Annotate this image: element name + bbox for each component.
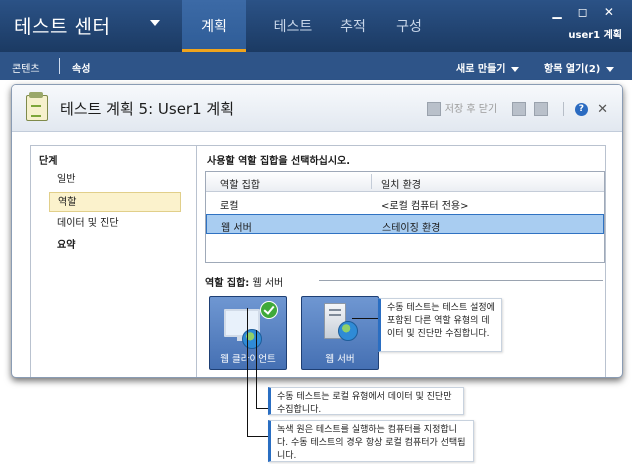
save-close-icon	[426, 102, 441, 116]
new-menu[interactable]: 새로 만들기	[456, 60, 520, 75]
globe-icon	[338, 321, 358, 341]
chevron-down-icon	[511, 66, 520, 72]
refresh-icon[interactable]	[533, 102, 548, 116]
callout-local-role: 수동 테스트는 로컬 유형에서 데이터 및 진단만 수집합니다.	[268, 387, 464, 415]
callout-leader	[247, 308, 248, 436]
environment-cell: <로컬 컴퓨터 전용>	[381, 201, 469, 212]
dialog-body: 단계 일반 역할 데이터 및 진단 요약 사용할 역할 집합을 선택하십시오. …	[30, 145, 606, 377]
callout-leader	[256, 330, 257, 408]
open-items-menu[interactable]: 항목 열기(2)	[544, 60, 615, 75]
app-menu-chevron-down-icon[interactable]	[150, 20, 160, 26]
role-tile-web-server[interactable]: 웹 서버	[301, 296, 379, 370]
sub-nav-bar: 콘텐츠 속성 새로 만들기 항목 열기(2)	[0, 52, 632, 80]
column-separator	[371, 174, 372, 189]
new-menu-label: 새로 만들기	[456, 64, 506, 75]
callout-leader	[352, 318, 378, 319]
window-controls[interactable]: ▁ ◻ ✕	[552, 5, 620, 19]
test-plan-dialog: 테스트 계획 5: User1 계획 저장 후 닫기 ? ✕ 단계 일반 역할 …	[11, 84, 623, 378]
top-bar: 테스트 센터 계획 테스트 추적 구성 ▁ ◻ ✕ user1 계획	[0, 0, 632, 52]
step-summary[interactable]: 요약	[49, 236, 181, 256]
role-set-cell: 웹 서버	[221, 223, 252, 234]
toolbar-divider	[562, 102, 564, 116]
app-title: 테스트 센터	[14, 16, 111, 38]
dialog-header: 테스트 계획 5: User1 계획 저장 후 닫기 ? ✕	[12, 85, 622, 132]
save-icon[interactable]	[512, 102, 527, 116]
roles-label-prefix: 역할 집합:	[205, 278, 250, 289]
dialog-title: 테스트 계획 5: User1 계획	[60, 100, 235, 118]
environment-cell: 스테이징 환경	[382, 223, 441, 234]
close-icon[interactable]: ✕	[597, 102, 608, 117]
callout-leader	[256, 408, 268, 409]
step-general[interactable]: 일반	[49, 170, 181, 190]
role-tile-web-client[interactable]: 웹 클라이언트	[209, 296, 287, 370]
tab-plan[interactable]: 계획	[182, 0, 246, 52]
roles-divider	[319, 280, 603, 281]
callout-green-circle: 녹색 원은 테스트를 실행하는 컴퓨터를 지정합니다. 수동 테스트의 경우 항…	[268, 420, 474, 462]
nav-divider	[59, 58, 60, 74]
table-row[interactable]: 웹 서버 스테이징 환경	[206, 214, 604, 234]
help-icon[interactable]: ?	[574, 102, 588, 116]
nav-contents-link[interactable]: 콘텐츠	[12, 60, 40, 75]
test-plan-icon	[26, 92, 48, 121]
step-data-diagnostics[interactable]: 데이터 및 진단	[49, 214, 181, 234]
globe-icon	[242, 329, 262, 349]
steps-header: 단계	[39, 156, 58, 167]
user-label: user1 계획	[568, 30, 622, 41]
role-set-cell: 로컬	[220, 201, 239, 212]
role-label: 웹 서버	[325, 354, 355, 365]
tab-test[interactable]: 테스트	[262, 0, 324, 52]
dialog-actions: 저장 후 닫기 ? ✕	[426, 100, 608, 117]
green-check-icon	[260, 301, 278, 319]
chevron-down-icon	[606, 66, 615, 72]
callout-other-roles: 수동 테스트는 테스트 설정에 포함된 다른 역할 유형의 데이터 및 진단만 …	[378, 298, 502, 352]
column-header-role-set[interactable]: 역할 집합	[220, 176, 260, 191]
save-close-button[interactable]: 저장 후 닫기	[445, 104, 497, 115]
callout-leader	[247, 436, 268, 437]
grid-header: 역할 집합 일치 환경	[206, 172, 604, 192]
role-set-grid: 역할 집합 일치 환경 로컬 <로컬 컴퓨터 전용> 웹 서버 스테이징 환경	[205, 171, 605, 263]
role-label: 웹 클라이언트	[220, 354, 276, 365]
open-items-label: 항목 열기(2)	[544, 64, 601, 75]
tab-organize[interactable]: 구성	[384, 0, 434, 52]
roles-label: 역할 집합: 웹 서버	[205, 274, 283, 289]
tab-track[interactable]: 추적	[328, 0, 378, 52]
roles-label-value: 웹 서버	[252, 278, 284, 289]
instruction-text: 사용할 역할 집합을 선택하십시오.	[207, 156, 351, 167]
nav-properties-link[interactable]: 속성	[72, 60, 90, 75]
steps-panel: 단계 일반 역할 데이터 및 진단 요약	[31, 146, 197, 377]
step-roles[interactable]: 역할	[49, 192, 181, 212]
column-header-environment[interactable]: 일치 환경	[381, 176, 421, 191]
table-row[interactable]: 로컬 <로컬 컴퓨터 전용>	[206, 193, 604, 213]
